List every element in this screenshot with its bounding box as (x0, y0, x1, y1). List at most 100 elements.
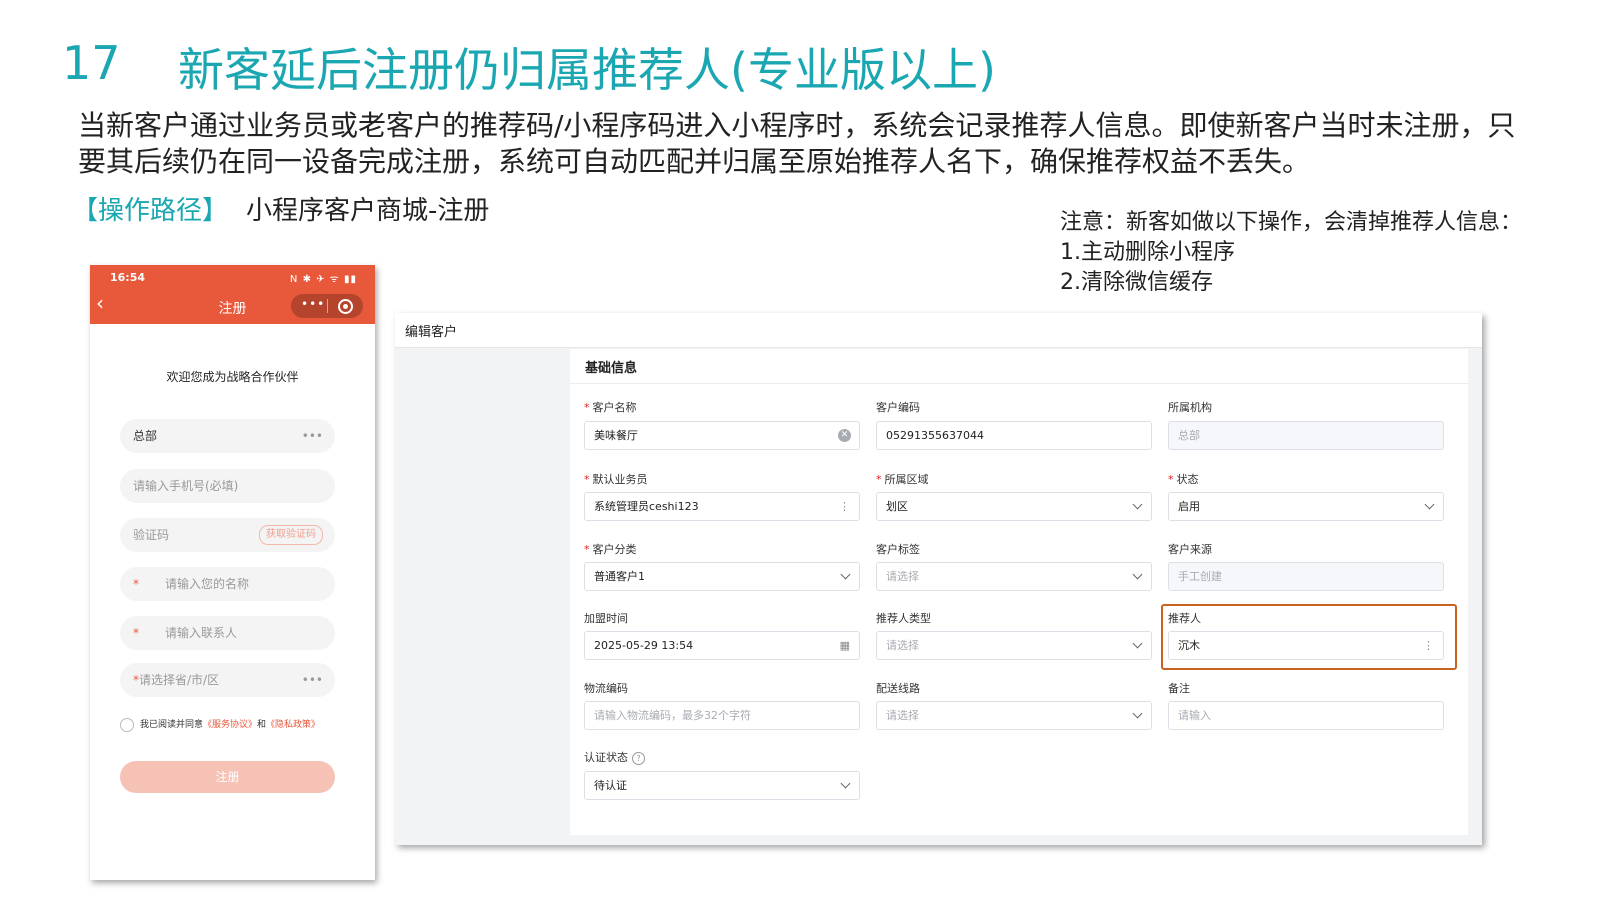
join-time-picker[interactable]: 2025-05-29 13:54 ▦ (584, 631, 860, 660)
customer-name-label-text: 客户名称 (592, 401, 637, 414)
remark-label: 备注 (1168, 682, 1190, 695)
logistics-code-input[interactable]: 请输入物流编码，最多32个字符 (584, 701, 860, 730)
auth-status-value: 待认证 (594, 779, 627, 792)
more-icon[interactable]: ••• (301, 297, 325, 311)
notice-box: 注意：新客如做以下操作，会清掉推荐人信息： 1.主动删除小程序 2.清除微信缓存 (1060, 208, 1522, 298)
delivery-route-select[interactable]: 请选择 (876, 701, 1152, 730)
join-time-label: 加盟时间 (584, 612, 628, 625)
customer-name-value: 美味餐厅 (594, 429, 638, 442)
chevron-down-icon (1132, 569, 1143, 580)
salesperson-value: 系统管理员ceshi123 (594, 500, 699, 513)
source-value: 手工创建 (1178, 570, 1222, 583)
more-vertical-icon[interactable]: ⋮ (839, 493, 850, 520)
region-value: 划区 (886, 500, 908, 513)
source-label: 客户来源 (1168, 543, 1212, 556)
delivery-route-placeholder: 请选择 (886, 709, 919, 722)
join-time-value: 2025-05-29 13:54 (594, 639, 694, 652)
more-dots-icon: ••• (301, 673, 323, 687)
verification-code-placeholder: 验证码 (133, 528, 170, 542)
logistics-code-placeholder: 请输入物流编码，最多32个字符 (594, 709, 751, 722)
calendar-icon[interactable]: ▦ (840, 632, 850, 659)
remark-placeholder: 请输入 (1178, 709, 1211, 722)
status-label-text: 状态 (1176, 473, 1199, 486)
agreement-row: 我已阅读并同意《服务协议》和《隐私政策》 (120, 717, 320, 732)
customer-code-value: 05291355637044 (886, 429, 984, 442)
region-select-placeholder: 请选择省/市/区 (139, 673, 220, 687)
category-value: 普通客户1 (594, 570, 645, 583)
edit-customer-panel: 编辑客户 基础信息 * 客户名称 美味餐厅 ✕ 客户编码 052913556370… (395, 313, 1482, 845)
slide-number: 17 (62, 36, 121, 90)
operation-path-tag: 【操作路径】 (72, 196, 229, 226)
remark-input[interactable]: 请输入 (1168, 701, 1444, 730)
organization-input: 总部 (1168, 421, 1444, 450)
slide-title: 新客延后注册仍归属推荐人(专业版以上) (178, 43, 996, 97)
clear-icon[interactable]: ✕ (838, 429, 851, 442)
logistics-code-label: 物流编码 (584, 682, 628, 695)
phone-input-placeholder: 请输入手机号(必填) (133, 479, 239, 493)
referrer-type-placeholder: 请选择 (886, 639, 919, 652)
contact-input[interactable]: * 请输入联系人 (120, 616, 335, 650)
auth-status-select[interactable]: 待认证 (584, 771, 860, 800)
panel-header: 编辑客户 (395, 313, 1482, 348)
notice-item: 2.清除微信缓存 (1060, 270, 1213, 295)
status-time: 16:54 (110, 271, 146, 284)
required-mark: * (133, 626, 139, 640)
required-mark: * (584, 543, 590, 556)
notice-title: 注意：新客如做以下操作，会清掉推荐人信息： (1060, 210, 1523, 235)
customer-name-input[interactable]: 美味餐厅 ✕ (584, 421, 860, 450)
chevron-down-icon (1424, 499, 1435, 510)
org-select-value: 总部 (133, 429, 158, 443)
delivery-route-label: 配送线路 (876, 682, 920, 695)
name-input-placeholder: 请输入您的名称 (165, 577, 250, 591)
chevron-down-icon (840, 778, 851, 789)
org-select[interactable]: 总部 ••• (120, 419, 335, 453)
referrer-type-select[interactable]: 请选择 (876, 631, 1152, 660)
agree-checkbox[interactable] (120, 717, 134, 732)
panel-title: 编辑客户 (405, 325, 458, 340)
and-text: 和 (257, 720, 267, 730)
register-button[interactable]: 注册 (120, 761, 335, 793)
customer-code-input[interactable]: 05291355637044 (876, 421, 1152, 450)
tags-label: 客户标签 (876, 543, 920, 556)
welcome-text: 欢迎您成为战略合作伙伴 (166, 370, 299, 384)
salesperson-label: * 默认业务员 (584, 471, 648, 487)
chevron-down-icon (1132, 638, 1143, 649)
customer-code-label: 客户编码 (876, 401, 920, 414)
chevron-down-icon (1132, 708, 1143, 719)
region-label-text: 所属区域 (884, 473, 929, 486)
chevron-down-icon (840, 569, 851, 580)
miniprogram-capsule[interactable]: ••• (291, 294, 363, 318)
name-input[interactable]: * 请输入您的名称 (120, 567, 335, 601)
region-select[interactable]: 划区 (876, 492, 1152, 521)
auth-status-label: 认证状态? (584, 749, 645, 765)
get-code-button[interactable]: 获取验证码 (259, 525, 323, 545)
salesperson-label-text: 默认业务员 (592, 473, 648, 486)
required-mark: * (133, 577, 139, 591)
phone-screenshot: 16:54 N ✱ ✈ ᯤ ▮▮ ‹ 注册 ••• 欢迎您成为战略合作伙伴 总部… (90, 265, 375, 880)
required-mark: * (1168, 473, 1174, 486)
organization-value: 总部 (1178, 429, 1200, 442)
phone-header: 16:54 N ✱ ✈ ᯤ ▮▮ ‹ 注册 ••• (90, 265, 375, 324)
region-select[interactable]: *请选择省/市/区 ••• (120, 663, 335, 697)
agree-text: 我已阅读并同意 (140, 720, 204, 730)
help-icon[interactable]: ? (632, 751, 645, 765)
status-value: 启用 (1178, 500, 1200, 513)
notice-item: 1.主动删除小程序 (1060, 240, 1235, 265)
verification-code-input[interactable]: 验证码 获取验证码 (120, 518, 335, 552)
more-dots-icon: ••• (301, 429, 323, 443)
status-icons: N ✱ ✈ ᯤ ▮▮ (289, 274, 357, 285)
required-mark: * (584, 473, 590, 486)
category-select[interactable]: 普通客户1 (584, 562, 860, 591)
phone-input[interactable]: 请输入手机号(必填) (120, 469, 335, 503)
chevron-down-icon (1132, 499, 1143, 510)
status-select[interactable]: 启用 (1168, 492, 1444, 521)
tags-select[interactable]: 请选择 (876, 562, 1152, 591)
required-mark: * (584, 401, 590, 414)
customer-name-label: * 客户名称 (584, 399, 637, 415)
salesperson-select[interactable]: 系统管理员ceshi123 ⋮ (584, 492, 860, 521)
service-agreement-link[interactable]: 《服务协议》 (203, 720, 257, 730)
slide-description: 当新客户通过业务员或老客户的推荐码/小程序码进入小程序时，系统会记录推荐人信息。… (78, 109, 1516, 178)
close-target-icon[interactable] (338, 299, 353, 314)
category-label: * 客户分类 (584, 541, 637, 557)
privacy-policy-link[interactable]: 《隐私政策》 (266, 720, 320, 730)
